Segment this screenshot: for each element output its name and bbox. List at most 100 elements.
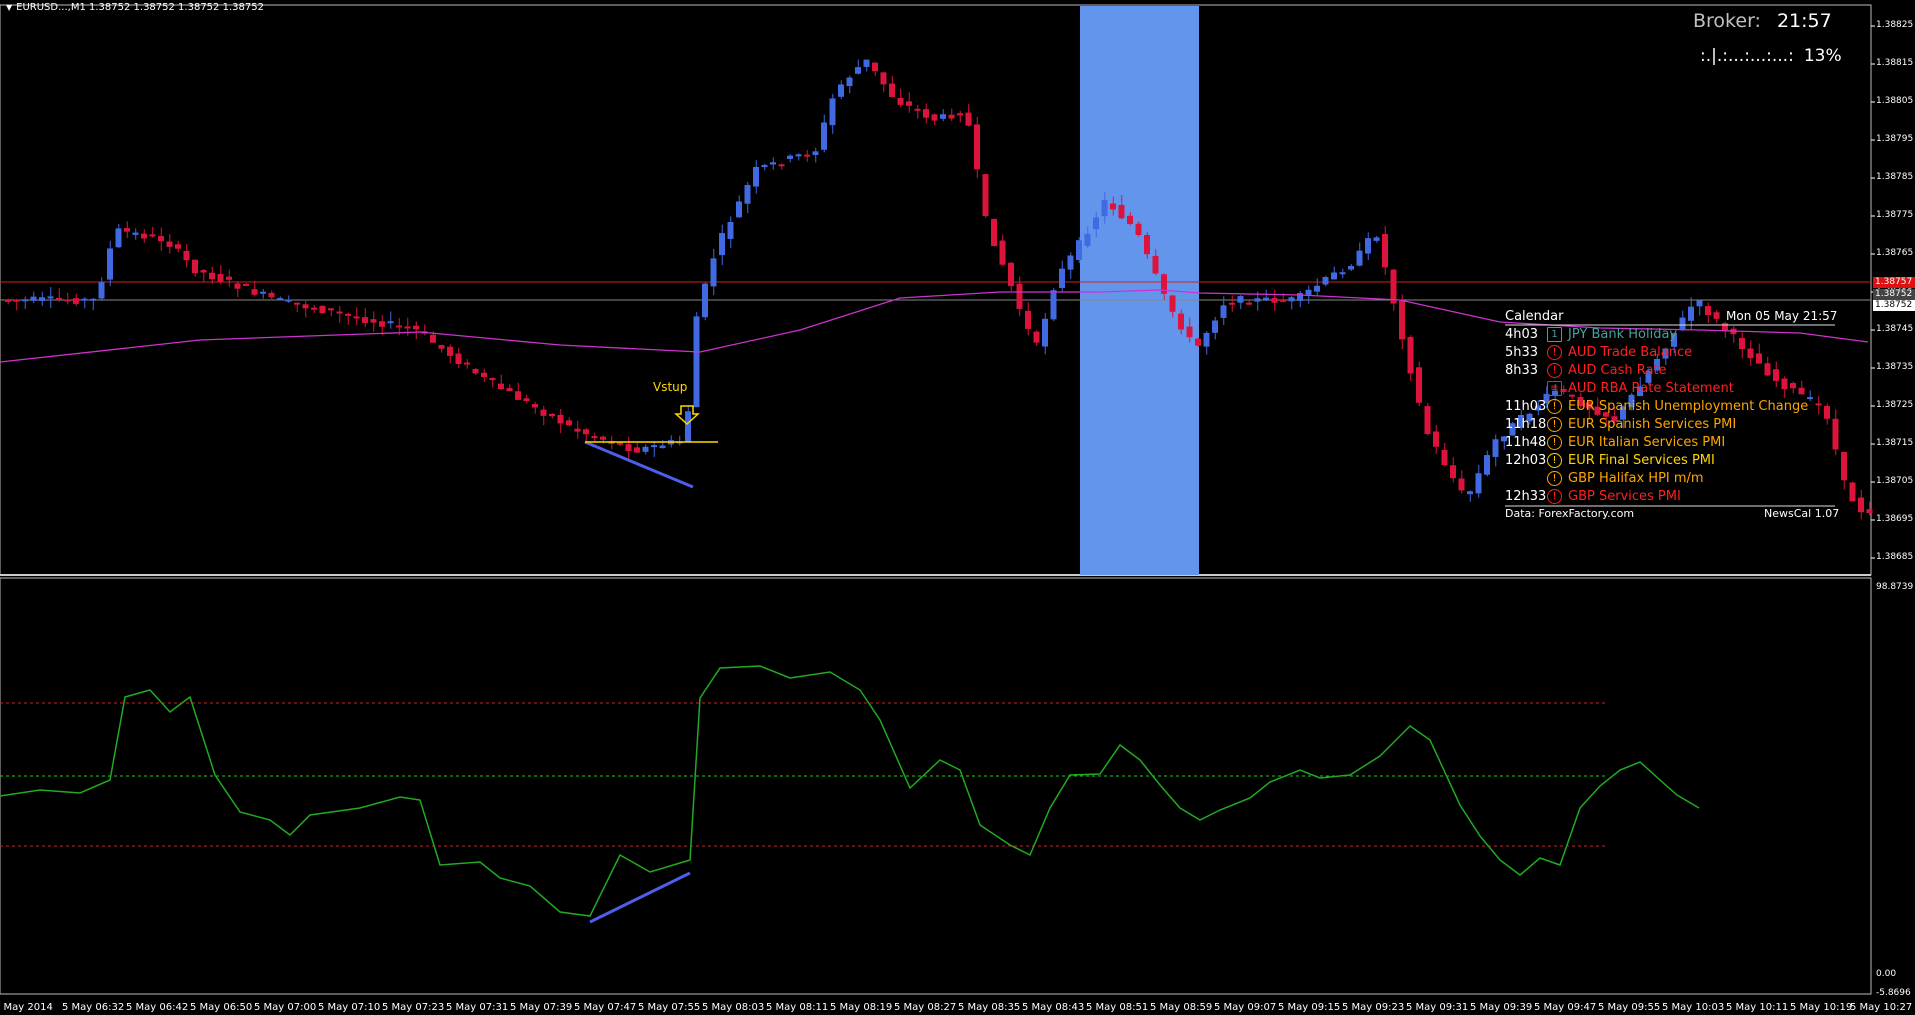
candle-body xyxy=(787,155,793,159)
time-axis-label: 5 May 08:43 xyxy=(1022,1002,1085,1013)
candle-body xyxy=(1849,482,1856,502)
calendar-event: 11h03! EUR Spanish Unemployment Change xyxy=(1505,398,1808,416)
candle-body xyxy=(829,98,836,126)
time-axis-label: 5 May 07:55 xyxy=(638,1002,701,1013)
candle-body xyxy=(1093,217,1099,230)
candle-body xyxy=(81,298,88,301)
candle-body xyxy=(1008,262,1014,287)
time-axis-label: 5 May 09:07 xyxy=(1214,1002,1277,1013)
candle-body xyxy=(1152,255,1159,274)
event-time: 5h33 xyxy=(1505,345,1539,360)
candle-body xyxy=(1314,285,1320,292)
candle-body xyxy=(209,272,215,280)
candle-body xyxy=(574,428,581,432)
candle-body xyxy=(1246,302,1252,305)
candle-body xyxy=(1186,326,1193,338)
candle-body xyxy=(370,319,377,323)
event-title: AUD Trade Balance xyxy=(1568,345,1693,360)
candle-progress: :.|.:...:...:...: 13% xyxy=(1700,46,1842,66)
statement-icon: ≡ xyxy=(1547,381,1562,396)
candle-body xyxy=(413,325,419,330)
calendar-version: NewsCal 1.07 xyxy=(1764,507,1840,520)
medium-impact-icon: ! xyxy=(1547,417,1562,432)
candle-body xyxy=(897,97,904,105)
price-axis-label: 1.38815 xyxy=(1876,58,1914,68)
candle-body xyxy=(319,305,326,314)
price-axis-label: 1.38715 xyxy=(1876,438,1914,448)
candle-body xyxy=(200,269,207,273)
calendar-source: Data: ForexFactory.com xyxy=(1505,507,1635,520)
candle-body xyxy=(311,307,317,310)
candle-body xyxy=(1067,255,1074,270)
candle-body xyxy=(472,368,479,374)
candle-body xyxy=(294,302,300,305)
candle-body xyxy=(1390,269,1397,304)
symbol-ohlc-text: EURUSD...,M1 1.38752 1.38752 1.38752 1.3… xyxy=(16,2,264,13)
candle-body xyxy=(1373,237,1380,241)
progress-bar-text: :.|.:...:...:...: xyxy=(1700,46,1794,66)
candle-body xyxy=(115,228,122,248)
candle-body xyxy=(1798,387,1805,395)
candle-body xyxy=(634,447,640,453)
candle-body xyxy=(1356,250,1363,266)
candle-body xyxy=(5,299,11,302)
calendar-date: Mon 05 May 21:57 xyxy=(1726,309,1838,323)
candle-body xyxy=(447,346,453,356)
candle-body xyxy=(132,232,139,235)
candle-body xyxy=(736,201,742,218)
candle-body xyxy=(1866,509,1873,514)
time-axis-label: 5 May 08:11 xyxy=(766,1002,829,1013)
candle-body xyxy=(1365,238,1371,254)
candle-body xyxy=(600,436,606,440)
candle-body xyxy=(1382,234,1388,268)
broker-label: Broker: xyxy=(1693,10,1761,32)
candle-body xyxy=(1407,336,1414,374)
candle-body xyxy=(991,218,997,247)
event-title: GBP Halifax HPI m/m xyxy=(1568,471,1704,486)
candle-body xyxy=(863,59,870,67)
candle-body xyxy=(90,298,96,301)
candle-body xyxy=(183,250,190,261)
candle-body xyxy=(268,292,275,298)
price-axis-label: 1.38695 xyxy=(1876,514,1914,524)
time-axis-label: 5 May 08:27 xyxy=(894,1002,957,1013)
candle-body xyxy=(1713,312,1720,319)
candle-body xyxy=(1688,306,1694,321)
candle-body xyxy=(1781,378,1788,390)
candle-body xyxy=(1118,204,1125,219)
broker-time: 21:57 xyxy=(1776,10,1832,32)
candle-body xyxy=(455,353,462,364)
candle-body xyxy=(838,84,844,97)
triangle-down-icon[interactable]: ▼ xyxy=(6,3,12,12)
candle-body xyxy=(770,162,776,165)
time-axis-label: 5 May 08:51 xyxy=(1086,1002,1149,1013)
candle-body xyxy=(192,259,198,274)
candle-body xyxy=(73,298,79,304)
candle-body xyxy=(39,297,45,301)
time-axis-label: 5 May 07:39 xyxy=(510,1002,573,1013)
time-axis-label: 5 May 07:47 xyxy=(574,1002,637,1013)
candle-body xyxy=(56,297,62,300)
bid-price-tag: 1.38752 xyxy=(1873,289,1915,300)
time-axis-label: 5 May 08:59 xyxy=(1150,1002,1213,1013)
candle-body xyxy=(1773,369,1779,381)
candle-body xyxy=(957,113,963,116)
candle-body xyxy=(285,299,292,302)
candle-body xyxy=(855,67,861,74)
medium-impact-icon: ! xyxy=(1547,471,1562,486)
candle-body xyxy=(1220,305,1227,318)
candle-body xyxy=(625,444,632,452)
candle-body xyxy=(149,234,156,237)
candle-body xyxy=(710,258,717,287)
event-time: 12h33 xyxy=(1505,489,1547,504)
candle-body xyxy=(1271,297,1278,303)
candle-body xyxy=(1433,431,1439,447)
candle-body xyxy=(1237,296,1244,303)
candle-body xyxy=(982,174,989,217)
current-price-tag: 1.38752 xyxy=(1873,300,1915,311)
candle-body xyxy=(523,398,530,402)
candle-body xyxy=(1305,289,1312,295)
candle-body xyxy=(1484,455,1490,475)
candle-body xyxy=(923,109,929,118)
candle-body xyxy=(1195,338,1201,346)
